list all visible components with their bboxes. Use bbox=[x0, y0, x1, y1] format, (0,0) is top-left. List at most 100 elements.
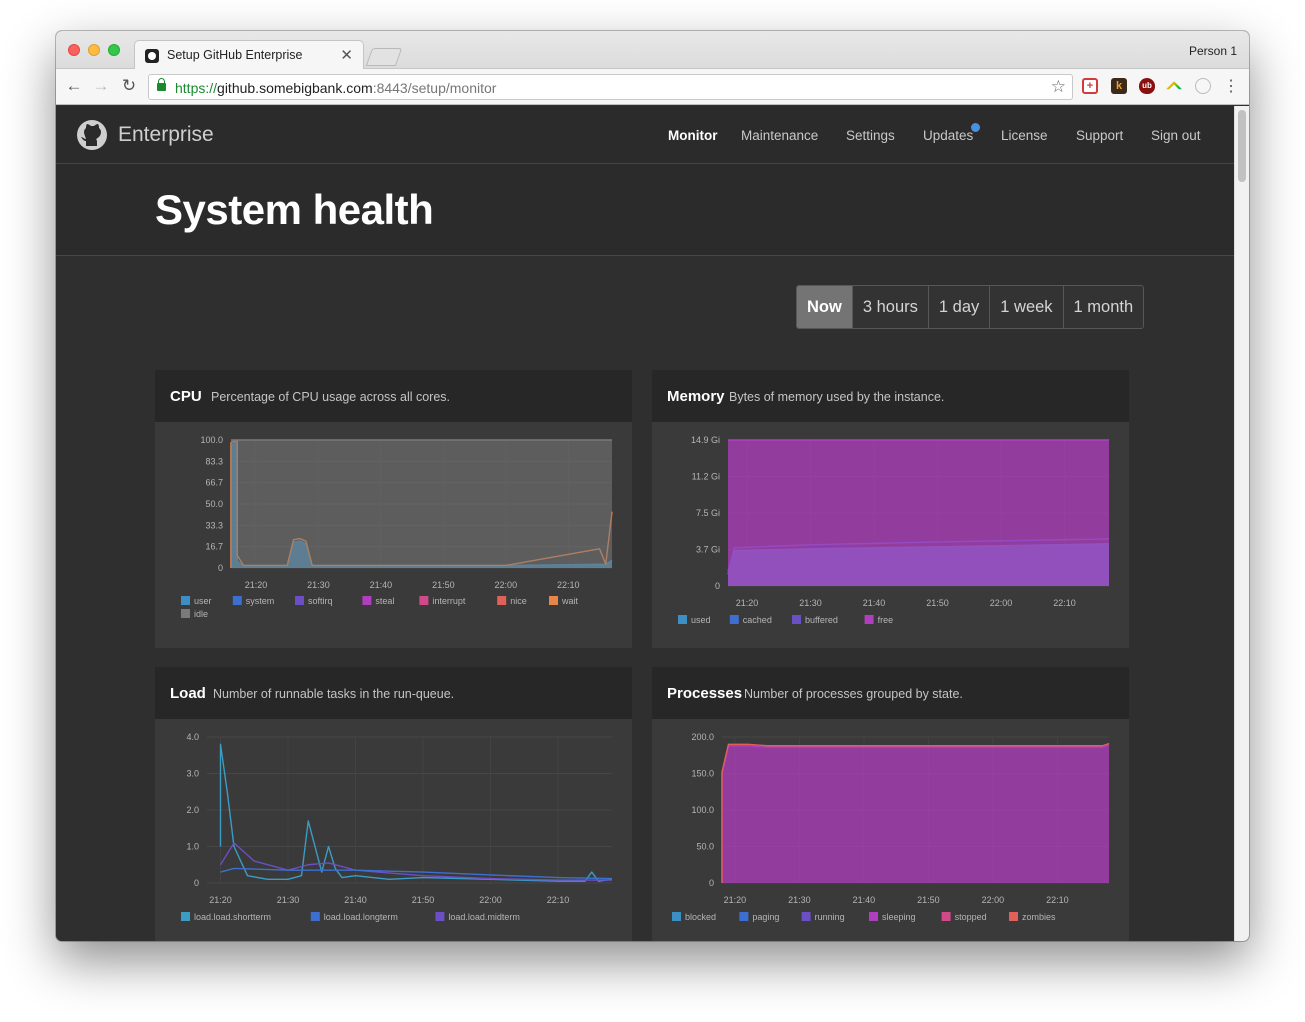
new-tab-button[interactable] bbox=[365, 48, 403, 66]
legend-item-load-load-midterm[interactable]: load.load.midterm bbox=[435, 912, 520, 922]
legend-item-stopped[interactable]: stopped bbox=[941, 912, 987, 922]
y-tick-label: 2.0 bbox=[186, 805, 199, 815]
memory-chart[interactable]: 0 3.7 Gi 7.5 Gi 11.2 Gi 14.9 Gi 21:20 21:30 21:… bbox=[652, 422, 1129, 648]
y-tick-label: 83.3 bbox=[205, 456, 223, 466]
address-bar[interactable]: https://github.somebigbank.com:8443/setu… bbox=[148, 74, 1073, 100]
memory-panel-description: Bytes of memory used by the instance. bbox=[729, 390, 945, 404]
range-3-hours-button[interactable]: 3 hours bbox=[851, 286, 928, 328]
processes-chart[interactable]: 0 50.0 100.0 150.0 200.0 21:20 21:30 21:40 21:50… bbox=[652, 719, 1129, 941]
nav-support[interactable]: Support bbox=[1076, 128, 1123, 143]
x-tick-label: 21:30 bbox=[799, 598, 822, 608]
legend-item-system[interactable]: system bbox=[232, 596, 275, 606]
legend-item-user[interactable]: user bbox=[181, 596, 212, 606]
legend-item-buffered[interactable]: buffered bbox=[792, 615, 838, 625]
series-area-idle[interactable] bbox=[231, 440, 612, 568]
y-tick-label: 0 bbox=[218, 563, 223, 573]
x-tick-label: 21:40 bbox=[853, 895, 876, 905]
legend-item-softirq[interactable]: softirq bbox=[295, 596, 333, 606]
legend-label: load.load.longterm bbox=[324, 912, 398, 922]
y-tick-label: 66.7 bbox=[205, 478, 223, 488]
y-tick-label: 4.0 bbox=[186, 732, 199, 742]
legend-item-zombies[interactable]: zombies bbox=[1009, 912, 1056, 922]
legend-swatch bbox=[801, 912, 811, 921]
extension-plus-icon[interactable]: + bbox=[1082, 78, 1098, 94]
range-now-button[interactable]: Now bbox=[797, 286, 852, 328]
legend-item-sleeping[interactable]: sleeping bbox=[869, 912, 916, 922]
legend-item-nice[interactable]: nice bbox=[497, 596, 527, 606]
legend-item-interrupt[interactable]: interrupt bbox=[419, 596, 466, 606]
legend-item-wait[interactable]: wait bbox=[549, 596, 579, 606]
legend-item-load-load-shortterm[interactable]: load.load.shortterm bbox=[181, 912, 271, 922]
window-maximize-button[interactable] bbox=[108, 44, 120, 56]
time-range-selector: Now 3 hours 1 day 1 week 1 month bbox=[796, 285, 1145, 329]
legend-item-running[interactable]: running bbox=[801, 912, 845, 922]
range-1-day-button[interactable]: 1 day bbox=[927, 286, 990, 328]
legend-swatch bbox=[310, 912, 320, 921]
tab-strip: Setup GitHub Enterprise ✕ Person 1 bbox=[56, 31, 1249, 70]
nav-monitor[interactable]: Monitor bbox=[668, 128, 718, 143]
page-scrollbar[interactable] bbox=[1234, 106, 1249, 941]
page-content: Enterprise Monitor Maintenance Settings … bbox=[56, 106, 1234, 941]
tab-close-icon[interactable]: ✕ bbox=[340, 46, 353, 64]
series-area-free[interactable] bbox=[728, 440, 1109, 586]
nav-maintenance[interactable]: Maintenance bbox=[741, 128, 818, 143]
range-1-week-button[interactable]: 1 week bbox=[989, 286, 1063, 328]
range-1-month-button[interactable]: 1 month bbox=[1062, 286, 1144, 328]
legend-item-used[interactable]: used bbox=[678, 615, 711, 625]
url-text[interactable]: https://github.somebigbank.com:8443/setu… bbox=[175, 80, 496, 96]
x-tick-label: 22:00 bbox=[982, 895, 1005, 905]
nav-updates[interactable]: Updates bbox=[923, 128, 973, 143]
x-tick-label: 21:50 bbox=[926, 598, 949, 608]
processes-panel: Processes Number of processes grouped by… bbox=[652, 667, 1129, 941]
scrollbar-thumb[interactable] bbox=[1238, 110, 1246, 182]
browser-menu-icon[interactable]: ⋮ bbox=[1221, 76, 1241, 96]
series-line-load-load-midterm[interactable] bbox=[219, 842, 613, 881]
github-logo-icon[interactable] bbox=[76, 119, 108, 151]
y-tick-label: 50.0 bbox=[205, 499, 223, 509]
x-tick-label: 21:50 bbox=[917, 895, 940, 905]
cpu-chart[interactable]: 0 16.7 33.3 50.0 66.7 83.3 100.0 21:20 21:30 21:4… bbox=[155, 422, 632, 648]
series-line-load-load-longterm[interactable] bbox=[220, 867, 613, 880]
x-tick-label: 21:20 bbox=[724, 895, 747, 905]
x-tick-label: 22:10 bbox=[557, 580, 580, 590]
bookmark-star-icon[interactable]: ☆ bbox=[1051, 77, 1066, 97]
processes-panel-header: Processes Number of processes grouped by… bbox=[652, 667, 1129, 719]
y-tick-label: 0 bbox=[194, 878, 199, 888]
forward-arrow-icon[interactable]: → bbox=[91, 76, 111, 96]
legend-item-blocked[interactable]: blocked bbox=[672, 912, 716, 922]
y-tick-label: 100.0 bbox=[200, 435, 223, 445]
legend-label: idle bbox=[194, 609, 208, 619]
series-line-load-load-shortterm[interactable] bbox=[219, 743, 613, 882]
nav-settings[interactable]: Settings bbox=[846, 128, 895, 143]
series-area-sleeping[interactable] bbox=[722, 745, 1109, 883]
window-minimize-button[interactable] bbox=[88, 44, 100, 56]
legend-item-free[interactable]: free bbox=[864, 615, 894, 625]
x-tick-label: 22:00 bbox=[479, 895, 502, 905]
legend-item-paging[interactable]: paging bbox=[739, 912, 779, 922]
extension-rainbow-icon[interactable] bbox=[1166, 81, 1182, 90]
legend-item-steal[interactable]: steal bbox=[362, 596, 394, 606]
github-favicon-icon bbox=[145, 49, 159, 63]
url-path: :8443/setup/monitor bbox=[372, 80, 497, 96]
legend-item-idle[interactable]: idle bbox=[181, 609, 208, 619]
y-tick-label: 11.2 Gi bbox=[692, 472, 720, 482]
back-arrow-icon[interactable]: ← bbox=[64, 76, 84, 96]
page-header: System health bbox=[56, 164, 1234, 256]
profile-name[interactable]: Person 1 bbox=[1189, 44, 1237, 58]
nav-license[interactable]: License bbox=[1001, 128, 1048, 143]
legend-item-load-load-longterm[interactable]: load.load.longterm bbox=[310, 912, 398, 922]
extension-circle-icon[interactable] bbox=[1195, 78, 1211, 94]
y-tick-label: 0 bbox=[709, 878, 714, 888]
brand-name[interactable]: Enterprise bbox=[118, 123, 214, 147]
nav-sign-out[interactable]: Sign out bbox=[1151, 128, 1201, 143]
extension-k-icon[interactable]: k bbox=[1111, 78, 1127, 94]
load-chart[interactable]: 0 1.0 2.0 3.0 4.0 21:20 21:30 21:40 21:50 22:00 22… bbox=[155, 719, 632, 941]
y-tick-label: 3.7 Gi bbox=[696, 545, 720, 555]
reload-icon[interactable]: ↻ bbox=[119, 76, 139, 96]
load-panel-description: Number of runnable tasks in the run-queu… bbox=[213, 687, 455, 701]
legend-item-cached[interactable]: cached bbox=[729, 615, 772, 625]
legend-swatch bbox=[549, 596, 558, 605]
browser-tab[interactable]: Setup GitHub Enterprise ✕ bbox=[134, 40, 364, 70]
window-close-button[interactable] bbox=[68, 44, 80, 56]
ublock-shield-icon[interactable]: ub bbox=[1139, 78, 1155, 94]
